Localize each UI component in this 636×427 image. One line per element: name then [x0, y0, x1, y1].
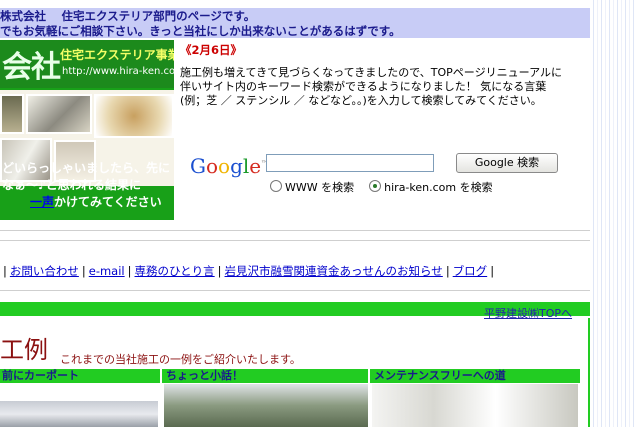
banner-text-line: なぁ～♪と思われる結果に: [2, 178, 142, 192]
nav-link-blog[interactable]: ブログ: [453, 264, 488, 278]
news-notice: 施工例も増えてきて見づらくなってきましたので、TOPページリニューアルに伴いサイ…: [180, 66, 563, 107]
work-item-title-text: メンテナンスフリーへの道: [374, 369, 506, 382]
radio-site[interactable]: [369, 180, 382, 192]
divider: [0, 230, 590, 231]
work-item-title-text: 前にカーポート: [2, 369, 79, 382]
radio-www-label: WWW を検索: [285, 181, 355, 194]
work-thumbnail[interactable]: [164, 384, 368, 427]
search-input[interactable]: [266, 154, 434, 172]
work-item-title[interactable]: 前にカーポート: [0, 369, 160, 383]
google-letter: g: [230, 154, 243, 178]
work-item-title-text: ちょっと小話！: [166, 369, 243, 382]
nav-link-email[interactable]: e-mail: [89, 264, 125, 278]
nav-link-snow-melting-loan[interactable]: 岩見沢市融雪関連資金あっせんのお知らせ: [225, 264, 443, 278]
logo-division-name: 住宅エクステリア事業部: [60, 48, 174, 62]
header-line-1: 株式会社 住宅エクステリア部門のページです。: [0, 9, 256, 23]
news-date: 《2月6日》: [180, 43, 243, 57]
search-scope-options: WWW を検索 hira-ken.com を検索: [270, 179, 493, 195]
google-letter: o: [205, 154, 219, 178]
nav-link-contact[interactable]: お問い合わせ: [10, 264, 79, 278]
company-banner: 会社 住宅エクステリア事業部 http://www.hira-ken.com ど…: [0, 40, 174, 220]
news-section: 《2月6日》 施工例も増えてきて見づらくなってきましたので、TOPページリニュー…: [180, 42, 580, 108]
work-thumbnail[interactable]: [372, 384, 578, 427]
work-item-title[interactable]: ちょっと小話！: [162, 369, 368, 383]
nav-links: | お問い合わせ | e-mail | 専務のひとり言 | 岩見沢市融雪関連資金あっせんのお知…: [3, 264, 495, 278]
work-item-title[interactable]: メンテナンスフリーへの道: [370, 369, 580, 383]
banner-photo: [94, 94, 174, 138]
banner-invitation-text: どいらっしゃいましたら、先に なぁ～♪と思われる結果に 一声かけてみてください: [2, 160, 170, 211]
works-subtitle: これまでの当社施工の一例をご紹介いたします。: [60, 353, 301, 366]
banner-text-line: 一声かけてみてください: [2, 194, 170, 211]
works-title: 工例: [0, 336, 48, 364]
logo-url: http://www.hira-ken.com: [62, 66, 174, 77]
divider: [0, 290, 590, 291]
google-search-box: Google™ Google 検索 WWW を検索 hira-ken.com を…: [190, 152, 570, 196]
google-search-button[interactable]: Google 検索: [456, 153, 558, 173]
contact-link[interactable]: 一声: [30, 195, 54, 209]
logo-kanji: 会社: [2, 50, 61, 85]
header-line-2: でもお気軽にご相談下さい。きっと当社にしか出来ないことがあるはずです。: [0, 24, 401, 38]
nav-link-director-blog[interactable]: 専務のひとり言: [135, 264, 215, 278]
google-letter: o: [218, 154, 231, 178]
banner-photo: [26, 94, 92, 134]
banner-text-tail: かけてみてください: [54, 195, 162, 209]
header-message: 株式会社 住宅エクステリア部門のページです。 でもお気軽にご相談下さい。きっと当…: [0, 8, 590, 38]
google-logo[interactable]: Google™: [190, 154, 268, 178]
banner-text-line: どいらっしゃいましたら、先に: [2, 161, 171, 175]
page-background-stripes: [590, 0, 636, 427]
banner-photo: [0, 94, 24, 134]
google-letter: e: [249, 154, 262, 178]
google-letter: G: [190, 154, 206, 178]
divider: [0, 240, 590, 241]
radio-site-label: hira-ken.com を検索: [384, 181, 493, 194]
company-logo[interactable]: 会社 住宅エクステリア事業部 http://www.hira-ken.com: [0, 40, 174, 88]
work-thumbnail[interactable]: [0, 384, 158, 427]
radio-www[interactable]: [270, 180, 282, 192]
